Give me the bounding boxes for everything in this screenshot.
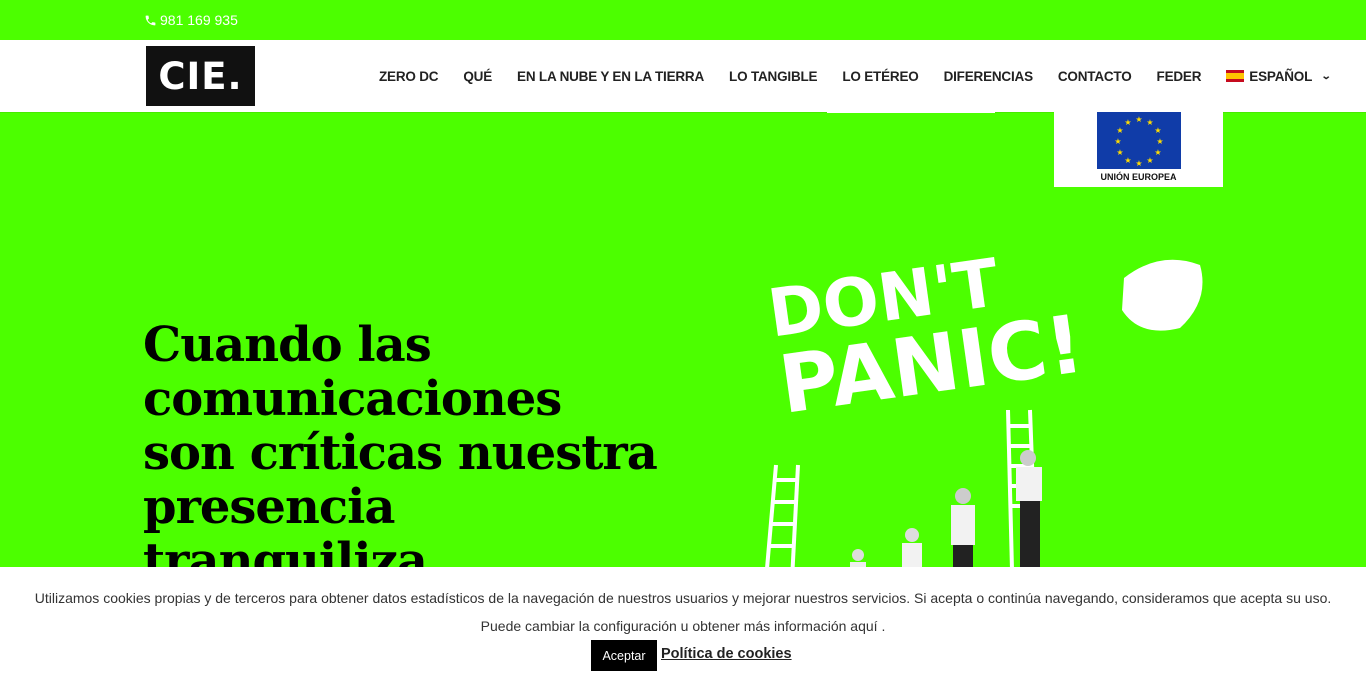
language-selector[interactable]: ESPAÑOL ⌄ bbox=[1226, 68, 1332, 84]
cookie-policy-link[interactable]: Política de cookies bbox=[661, 646, 792, 662]
eu-flag-icon: ★ ★ ★ ★ ★ ★ ★ ★ ★ ★ ★ ★ bbox=[1097, 112, 1181, 169]
nav-active-indicator bbox=[827, 111, 995, 113]
svg-text:★: ★ bbox=[1135, 159, 1142, 168]
dont-panic-illustration: DON'T PANIC! bbox=[740, 220, 1240, 582]
nav-item-zero-dc[interactable]: ZERO DC bbox=[379, 69, 439, 84]
cookie-message: Utilizamos cookies propias y de terceros… bbox=[0, 584, 1366, 640]
cookie-line-2[interactable]: Puede cambiar la configuración u obtener… bbox=[0, 612, 1366, 640]
svg-text:★: ★ bbox=[1156, 137, 1163, 146]
top-bar: 981 169 935 bbox=[0, 0, 1366, 40]
svg-text:★: ★ bbox=[1116, 148, 1123, 157]
phone-icon bbox=[145, 15, 156, 25]
svg-text:★: ★ bbox=[1146, 118, 1153, 127]
white-blob-shape bbox=[1122, 259, 1203, 331]
nav-item-contacto[interactable]: CONTACTO bbox=[1058, 69, 1132, 84]
phone-number: 981 169 935 bbox=[160, 12, 238, 28]
main-nav: ZERO DC QUÉ EN LA NUBE Y EN LA TIERRA LO… bbox=[379, 40, 1332, 112]
svg-text:★: ★ bbox=[1116, 126, 1123, 135]
ladder-left bbox=[764, 464, 800, 581]
svg-text:★: ★ bbox=[1154, 148, 1161, 157]
phone-contact[interactable]: 981 169 935 bbox=[144, 12, 238, 28]
site-logo[interactable]: CIE. bbox=[146, 46, 255, 106]
svg-text:★: ★ bbox=[1146, 156, 1153, 165]
site-header: CIE. ZERO DC QUÉ EN LA NUBE Y EN LA TIER… bbox=[0, 40, 1366, 112]
eu-label: UNIÓN EUROPEA bbox=[1100, 172, 1177, 182]
nav-item-tangible[interactable]: LO TANGIBLE bbox=[729, 69, 817, 84]
eu-badge: ★ ★ ★ ★ ★ ★ ★ ★ ★ ★ ★ ★ UNIÓN EUROPEA bbox=[1054, 112, 1223, 187]
cookie-banner: Utilizamos cookies propias y de terceros… bbox=[0, 567, 1366, 683]
nav-item-nube-tierra[interactable]: EN LA NUBE Y EN LA TIERRA bbox=[517, 69, 704, 84]
nav-item-feder[interactable]: FEDER bbox=[1157, 69, 1202, 84]
chevron-down-icon: ⌄ bbox=[1320, 70, 1332, 82]
svg-text:★: ★ bbox=[1124, 156, 1131, 165]
svg-text:★: ★ bbox=[1124, 118, 1131, 127]
svg-text:★: ★ bbox=[1154, 126, 1161, 135]
nav-item-diferencias[interactable]: DIFERENCIAS bbox=[944, 69, 1034, 84]
accept-cookies-button[interactable]: Aceptar bbox=[591, 640, 657, 671]
nav-item-que[interactable]: QUÉ bbox=[463, 69, 492, 84]
svg-text:★: ★ bbox=[1135, 115, 1142, 124]
nav-item-etereo[interactable]: LO ETÉREO bbox=[842, 69, 918, 84]
spain-flag-icon bbox=[1226, 70, 1245, 82]
hero-title: Cuando las comunicaciones son críticas n… bbox=[143, 317, 658, 589]
cookie-line-1: Utilizamos cookies propias y de terceros… bbox=[34, 590, 1332, 606]
language-label: ESPAÑOL bbox=[1249, 68, 1313, 84]
svg-text:★: ★ bbox=[1114, 137, 1121, 146]
